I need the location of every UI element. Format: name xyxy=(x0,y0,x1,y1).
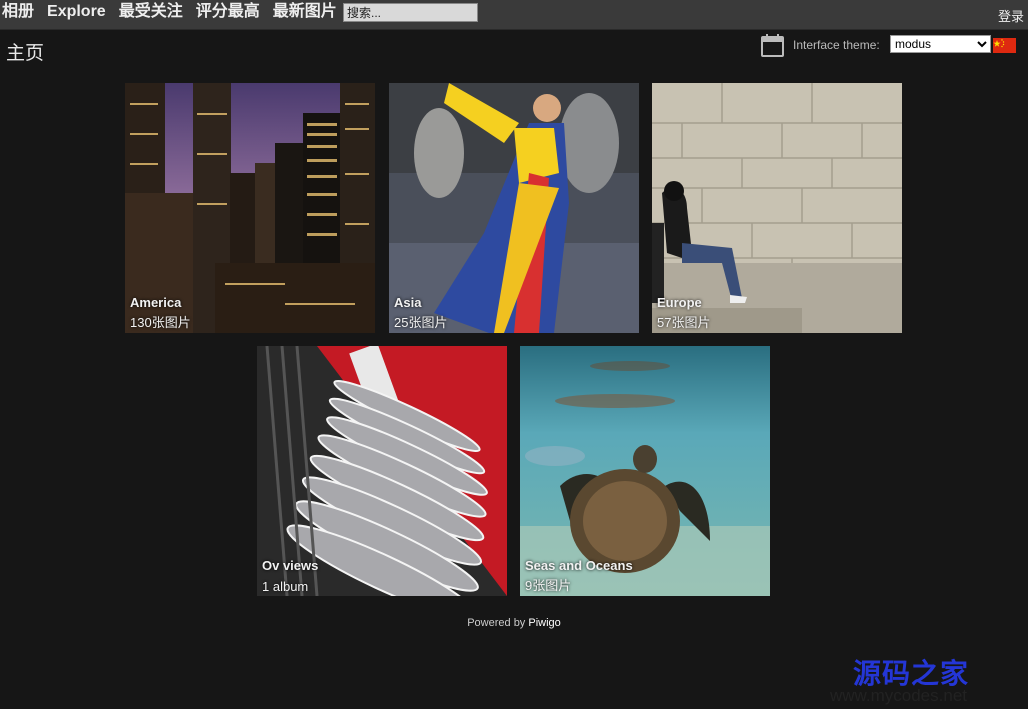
login-link[interactable]: 登录 xyxy=(998,6,1024,25)
album-name[interactable]: America xyxy=(130,295,181,310)
top-navigation-bar: 相册 Explore 最受关注 评分最高 最新图片 登录 xyxy=(0,0,1028,30)
main-menu: 相册 Explore 最受关注 评分最高 最新图片 xyxy=(2,2,350,22)
footer: Powered by Piwigo xyxy=(0,617,1028,629)
album-tile-asia[interactable]: Asia 25张图片 xyxy=(389,83,639,333)
album-tile-america[interactable]: America 130张图片 xyxy=(125,83,375,333)
album-count: 130张图片 xyxy=(130,315,191,330)
calendar-icon[interactable] xyxy=(760,33,785,58)
nav-recent-photos[interactable]: 最新图片 xyxy=(273,2,337,22)
album-count: 1 album xyxy=(262,579,309,594)
album-count: 9张图片 xyxy=(525,578,572,593)
album-name[interactable]: Europe xyxy=(657,295,702,310)
search-input[interactable] xyxy=(343,3,478,22)
china-flag-icon[interactable] xyxy=(993,38,1016,53)
album-name[interactable]: Ov views xyxy=(262,558,318,573)
album-tile-seas-and-oceans[interactable]: Seas and Oceans 9张图片 xyxy=(520,346,770,596)
piwigo-link[interactable]: Piwigo xyxy=(528,617,560,629)
nav-explore[interactable]: Explore xyxy=(47,2,106,22)
theme-label: Interface theme: xyxy=(793,38,880,52)
album-tile-ov-views[interactable]: Ov views 1 album xyxy=(257,346,507,596)
page-title: 主页 xyxy=(6,43,45,64)
album-name[interactable]: Seas and Oceans xyxy=(525,558,633,573)
nav-albums[interactable]: 相册 xyxy=(2,2,34,22)
theme-select[interactable]: modus xyxy=(890,35,991,53)
powered-by-text: Powered by xyxy=(467,617,526,629)
album-tile-europe[interactable]: Europe 57张图片 xyxy=(652,83,902,333)
nav-best-rated[interactable]: 评分最高 xyxy=(196,2,260,22)
album-count: 57张图片 xyxy=(657,315,711,330)
dancer-photo xyxy=(389,83,639,333)
watermark-url: www.mycodes.net xyxy=(830,686,967,705)
album-name[interactable]: Asia xyxy=(394,295,421,310)
nav-most-visited[interactable]: 最受关注 xyxy=(119,2,183,22)
album-count: 25张图片 xyxy=(394,315,448,330)
